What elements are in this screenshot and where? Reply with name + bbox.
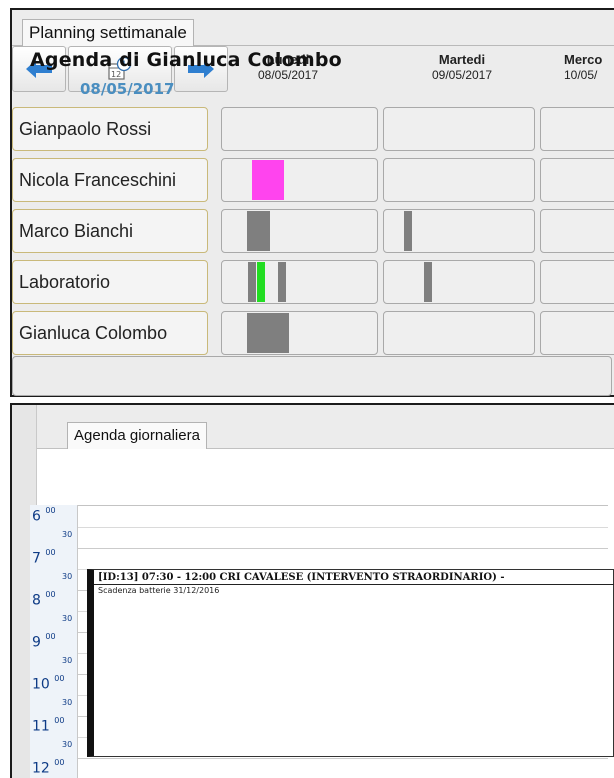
half-hour-label: 30 <box>62 614 73 623</box>
half-hour-label: 30 <box>62 698 73 707</box>
half-hour-label: 30 <box>62 740 73 749</box>
planning-cell[interactable] <box>383 158 535 202</box>
planning-cell[interactable] <box>540 158 614 202</box>
appointment-bar[interactable] <box>404 211 412 251</box>
event-note: Scadenza batterie 31/12/2016 <box>98 586 220 595</box>
appointment-bar[interactable] <box>247 313 289 353</box>
day-header-wednesday: Merco 10/05/ <box>560 52 614 82</box>
weekly-tab-bar: Planning settimanale <box>12 10 614 47</box>
hour-label: 9 00 <box>32 632 56 651</box>
person-marco-bianchi[interactable]: Marco Bianchi <box>12 209 208 253</box>
person-gianluca-colombo[interactable]: Gianluca Colombo <box>12 311 208 355</box>
planning-cell[interactable] <box>540 260 614 304</box>
half-hour-line <box>78 527 608 528</box>
planning-cell[interactable] <box>383 260 535 304</box>
planning-cell[interactable] <box>383 107 535 151</box>
agenda-title: Agenda di Gianluca Colombo <box>30 49 342 71</box>
hour-label: 10 00 <box>32 674 65 693</box>
daily-tab-bar: Agenda giornaliera <box>37 405 614 449</box>
planning-cell[interactable] <box>383 311 535 355</box>
weekly-footer-bar <box>12 356 612 396</box>
person-gianpaolo-rossi[interactable]: Gianpaolo Rossi <box>12 107 208 151</box>
hour-label: 6 00 <box>32 506 56 525</box>
planning-cell[interactable] <box>540 107 614 151</box>
day-name: Merco <box>564 52 603 67</box>
agenda-event[interactable]: [ID:13] 07:30 - 12:00 CRI CAVALESE (INTE… <box>87 569 614 757</box>
appointment-bar[interactable] <box>424 262 432 302</box>
svg-text:12: 12 <box>111 70 121 79</box>
planning-cell[interactable] <box>221 158 378 202</box>
date-separator <box>78 505 608 506</box>
tab-agenda-giornaliera[interactable]: Agenda giornaliera <box>67 422 207 449</box>
day-name: Martedi <box>438 52 486 67</box>
half-hour-label: 30 <box>62 656 73 665</box>
planning-cell[interactable] <box>221 107 378 151</box>
hour-label: 8 00 <box>32 590 56 609</box>
hour-label: 11 00 <box>32 716 65 735</box>
day-date: 09/05/2017 <box>431 68 493 82</box>
planning-cell[interactable] <box>221 311 378 355</box>
day-date: 10/05/ <box>564 68 598 82</box>
appointment-bar[interactable] <box>257 262 265 302</box>
appointment-bar[interactable] <box>248 262 256 302</box>
planning-cell[interactable] <box>221 260 378 304</box>
event-title: [ID:13] 07:30 - 12:00 CRI CAVALESE (INTE… <box>98 572 505 583</box>
planning-cell[interactable] <box>540 209 614 253</box>
event-title-separator <box>94 584 614 585</box>
appointment-bar[interactable] <box>252 160 284 200</box>
appointment-bar[interactable] <box>247 211 270 251</box>
planning-cell[interactable] <box>221 209 378 253</box>
appointment-bar[interactable] <box>278 262 286 302</box>
person-nicola-franceschini[interactable]: Nicola Franceschini <box>12 158 208 202</box>
hour-label: 12 00 <box>32 758 65 777</box>
hour-line <box>78 758 608 759</box>
person-laboratorio[interactable]: Laboratorio <box>12 260 208 304</box>
planning-cell[interactable] <box>540 311 614 355</box>
agenda-date: 08/05/2017 <box>80 80 175 98</box>
tab-planning-settimanale[interactable]: Planning settimanale <box>22 19 194 47</box>
hour-line <box>78 548 608 549</box>
half-hour-label: 30 <box>62 572 73 581</box>
half-hour-label: 30 <box>62 530 73 539</box>
hour-label: 7 00 <box>32 548 56 567</box>
day-header-tuesday: Martedi 09/05/2017 <box>382 52 542 82</box>
